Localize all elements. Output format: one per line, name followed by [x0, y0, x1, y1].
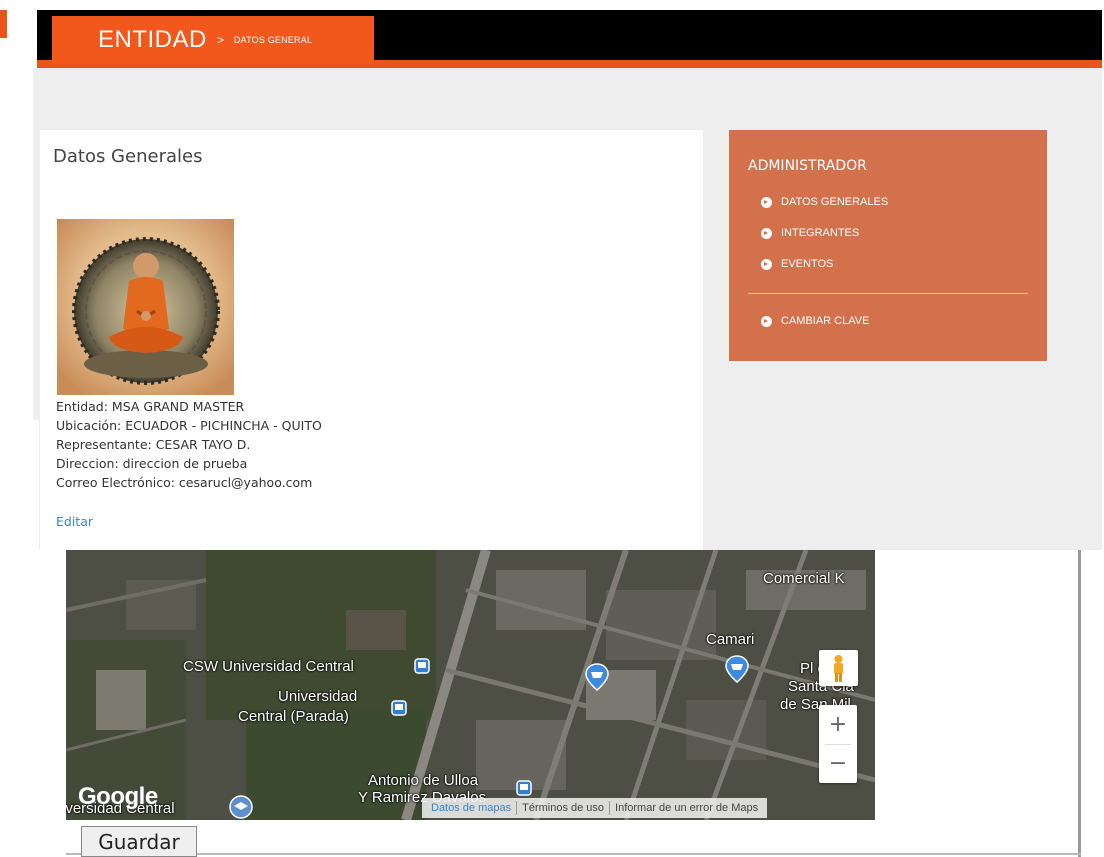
school-pin-icon[interactable]: [228, 794, 254, 820]
edit-link[interactable]: Editar: [56, 514, 93, 529]
sidebar-item-label: INTEGRANTES: [781, 227, 860, 239]
entity-avatar: [57, 219, 234, 395]
circle-arrow-right-icon: [761, 227, 772, 239]
shopping-pin-icon[interactable]: [722, 654, 752, 684]
form-right-border: [1078, 550, 1081, 857]
entity-address: Direccion: direccion de prueba: [56, 456, 248, 471]
circle-arrow-right-icon: [761, 196, 772, 208]
sidebar-divider: [748, 293, 1028, 294]
form-bottom-border: [66, 853, 1081, 855]
entity-name: Entidad: MSA GRAND MASTER: [56, 399, 245, 414]
report-error-link[interactable]: Informar de un error de Maps: [610, 802, 763, 814]
shopping-pin-icon[interactable]: [582, 662, 612, 692]
map-label-comercial: Comercial K: [763, 570, 845, 587]
entity-representative: Representante: CESAR TAYO D.: [56, 437, 251, 452]
satellite-map[interactable]: Comercial K Camari CSW Universidad Centr…: [66, 550, 875, 820]
sidebar-item-datos-generales[interactable]: DATOS GENERALES: [761, 196, 888, 208]
general-data-panel: Datos Generales Entidad: MSA GRAND MASTE…: [40, 130, 703, 550]
map-label-camari: Camari: [706, 631, 755, 648]
left-accent-bar: [0, 10, 7, 38]
zoom-in-button[interactable]: +: [819, 705, 857, 744]
entity-info: Entidad: MSA GRAND MASTER Ubicación: ECU…: [56, 397, 322, 492]
map-label-antonio-ulloa: Antonio de Ulloa: [368, 772, 479, 789]
map-label-universidad: Universidad: [278, 688, 358, 705]
pegman-icon: [834, 655, 843, 682]
background-strip: [33, 420, 39, 550]
circle-arrow-right-icon: [761, 315, 772, 327]
street-view-pegman[interactable]: [819, 650, 858, 686]
panel-title: Datos Generales: [53, 146, 203, 167]
zoom-out-button[interactable]: −: [819, 744, 857, 783]
sidebar-item-label: DATOS GENERALES: [781, 196, 889, 208]
entity-location: Ubicación: ECUADOR - PICHINCHA - QUITO: [56, 418, 322, 433]
circle-arrow-right-icon: [761, 258, 772, 270]
sidebar-item-integrantes[interactable]: INTEGRANTES: [761, 227, 859, 239]
breadcrumb-separator: >: [216, 33, 224, 47]
admin-title: ADMINISTRADOR: [748, 158, 867, 174]
breadcrumb-section[interactable]: ENTIDAD: [98, 26, 207, 54]
map-data-link[interactable]: Datos de mapas: [426, 802, 516, 814]
terms-of-use-link[interactable]: Términos de uso: [517, 802, 609, 814]
map-label-central-parada: Central (Parada): [238, 708, 349, 725]
map-label-csw-universidad: CSW Universidad Central: [183, 658, 354, 675]
zoom-controls: + −: [819, 705, 857, 783]
bus-stop-icon: [391, 700, 407, 716]
sidebar-item-label: CAMBIAR CLAVE: [781, 315, 870, 327]
sidebar-item-cambiar-clave[interactable]: CAMBIAR CLAVE: [761, 315, 869, 327]
sidebar-item-label: EVENTOS: [781, 258, 834, 270]
admin-sidebar: ADMINISTRADOR DATOS GENERALES INTEGRANTE…: [729, 130, 1047, 361]
bus-stop-icon: [516, 780, 532, 796]
sidebar-item-eventos[interactable]: EVENTOS: [761, 258, 833, 270]
breadcrumb-subsection: DATOS GENERAL: [233, 35, 313, 45]
entity-email: Correo Electrónico: cesarucl@yahoo.com: [56, 475, 313, 490]
google-logo: Google: [78, 783, 158, 810]
bus-stop-icon: [414, 658, 430, 674]
monk-logo-icon: [57, 219, 234, 395]
breadcrumb: ENTIDAD > DATOS GENERAL: [52, 16, 374, 64]
map-footer: Datos de mapas Términos de uso Informar …: [422, 798, 768, 818]
save-button[interactable]: Guardar: [81, 826, 197, 857]
